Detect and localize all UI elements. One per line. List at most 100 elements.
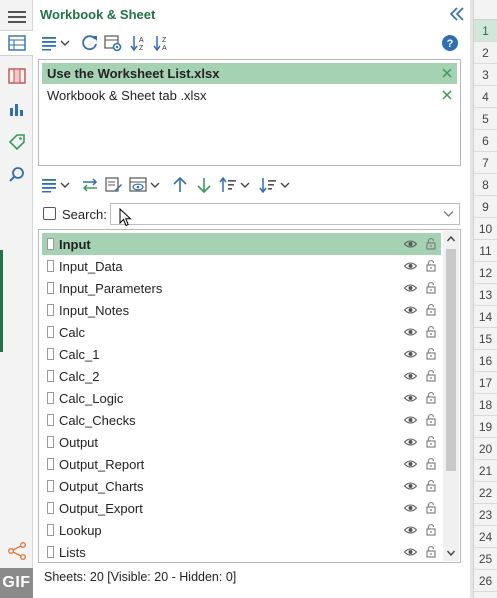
row-header[interactable]: 4	[474, 86, 497, 108]
move-up-icon[interactable]	[171, 175, 189, 195]
lock-icon[interactable]	[426, 523, 436, 536]
refresh-icon[interactable]	[81, 33, 99, 53]
lock-icon[interactable]	[426, 369, 436, 382]
row-header[interactable]: 27	[474, 592, 497, 598]
search-icon[interactable]	[4, 162, 30, 188]
eye-icon[interactable]	[404, 393, 417, 403]
sheet-row[interactable]: Output_Report	[42, 453, 441, 475]
sheet-row[interactable]: Lookup	[42, 519, 441, 541]
share-icon[interactable]	[4, 538, 30, 564]
row-header[interactable]: 22	[474, 482, 497, 504]
sort-asc-icon[interactable]	[219, 175, 251, 195]
row-header[interactable]: 6	[474, 130, 497, 152]
workbook-item[interactable]: Workbook & Sheet tab .xlsx	[42, 85, 457, 106]
sort-az-icon[interactable]: AZ	[130, 33, 148, 53]
double-chevron-left-icon[interactable]	[448, 5, 466, 23]
eye-icon[interactable]	[404, 437, 417, 447]
sheet-row[interactable]: Calc_Checks	[42, 409, 441, 431]
tag-icon[interactable]	[4, 129, 30, 155]
sheet-row[interactable]: Input_Parameters	[42, 277, 441, 299]
eye-icon[interactable]	[404, 459, 417, 469]
row-header[interactable]: 1	[474, 20, 497, 42]
eye-icon[interactable]	[404, 547, 417, 557]
scroll-up-icon[interactable]	[446, 234, 456, 244]
sort-za-icon[interactable]: ZA	[153, 33, 171, 53]
eye-icon[interactable]	[404, 525, 417, 535]
eye-icon[interactable]	[404, 481, 417, 491]
row-header[interactable]: 26	[474, 570, 497, 592]
row-header[interactable]: 24	[474, 526, 497, 548]
lock-icon[interactable]	[426, 501, 436, 514]
row-header[interactable]: 19	[474, 416, 497, 438]
row-header[interactable]: 10	[474, 218, 497, 240]
row-header[interactable]: 16	[474, 350, 497, 372]
sort-desc-icon[interactable]	[259, 175, 291, 195]
chevron-down-icon[interactable]	[443, 210, 454, 218]
hamburger-icon[interactable]	[4, 4, 30, 30]
eye-icon[interactable]	[404, 371, 417, 381]
row-header[interactable]: 7	[474, 152, 497, 174]
workbook-item[interactable]: Use the Worksheet List.xlsx	[42, 63, 457, 84]
lock-icon[interactable]	[426, 479, 436, 492]
search-input[interactable]	[110, 203, 460, 227]
sheet-row[interactable]: Output	[42, 431, 441, 453]
workbook-sheet-icon[interactable]	[0, 30, 33, 56]
sheet-row[interactable]: Input	[42, 233, 441, 255]
row-header[interactable]: 20	[474, 438, 497, 460]
lock-icon[interactable]	[426, 391, 436, 404]
row-header[interactable]: 25	[474, 548, 497, 570]
lock-icon[interactable]	[426, 413, 436, 426]
row-header[interactable]: 9	[474, 196, 497, 218]
columns-icon[interactable]	[4, 63, 30, 89]
row-header[interactable]: 3	[474, 64, 497, 86]
close-icon[interactable]	[441, 89, 453, 101]
row-header[interactable]: 14	[474, 306, 497, 328]
row-header[interactable]: 21	[474, 460, 497, 482]
edit-icon[interactable]	[105, 175, 123, 195]
move-down-icon[interactable]	[195, 175, 213, 195]
list-view-icon[interactable]	[41, 175, 71, 195]
sheet-row[interactable]: Calc_1	[42, 343, 441, 365]
sheet-row[interactable]: Output_Charts	[42, 475, 441, 497]
list-view-icon[interactable]	[41, 33, 71, 53]
sheet-row[interactable]: Input_Data	[42, 255, 441, 277]
search-checkbox[interactable]	[43, 207, 56, 220]
eye-icon[interactable]	[404, 239, 417, 249]
eye-icon[interactable]	[404, 327, 417, 337]
row-header[interactable]: 23	[474, 504, 497, 526]
sheet-row[interactable]: Lists	[42, 541, 441, 563]
eye-icon[interactable]	[404, 349, 417, 359]
lock-icon[interactable]	[426, 435, 436, 448]
eye-icon[interactable]	[404, 305, 417, 315]
lock-icon[interactable]	[426, 457, 436, 470]
swap-icon[interactable]	[81, 175, 99, 195]
close-icon[interactable]	[441, 67, 453, 79]
row-header[interactable]: 17	[474, 372, 497, 394]
lock-icon[interactable]	[426, 259, 436, 272]
bar-chart-icon[interactable]	[4, 96, 30, 122]
help-icon[interactable]: ?	[441, 33, 459, 53]
row-header[interactable]: 8	[474, 174, 497, 196]
lock-icon[interactable]	[426, 281, 436, 294]
lock-icon[interactable]	[426, 325, 436, 338]
lock-icon[interactable]	[426, 237, 436, 250]
row-header[interactable]: 15	[474, 328, 497, 350]
row-header[interactable]: 5	[474, 108, 497, 130]
sheet-row[interactable]: Calc_2	[42, 365, 441, 387]
scroll-down-icon[interactable]	[446, 548, 456, 558]
settings-icon[interactable]	[104, 33, 122, 53]
row-header[interactable]: 13	[474, 284, 497, 306]
row-header[interactable]: 12	[474, 262, 497, 284]
eye-icon[interactable]	[404, 415, 417, 425]
show-hide-icon[interactable]	[129, 175, 161, 195]
eye-icon[interactable]	[404, 283, 417, 293]
sheet-row[interactable]: Calc_Logic	[42, 387, 441, 409]
row-header[interactable]: 2	[474, 42, 497, 64]
lock-icon[interactable]	[426, 545, 436, 558]
lock-icon[interactable]	[426, 347, 436, 360]
sheet-row[interactable]: Calc	[42, 321, 441, 343]
sheet-row[interactable]: Output_Export	[42, 497, 441, 519]
sheet-list-scrollbar[interactable]	[443, 231, 459, 561]
row-header[interactable]: 18	[474, 394, 497, 416]
sheet-row[interactable]: Input_Notes	[42, 299, 441, 321]
